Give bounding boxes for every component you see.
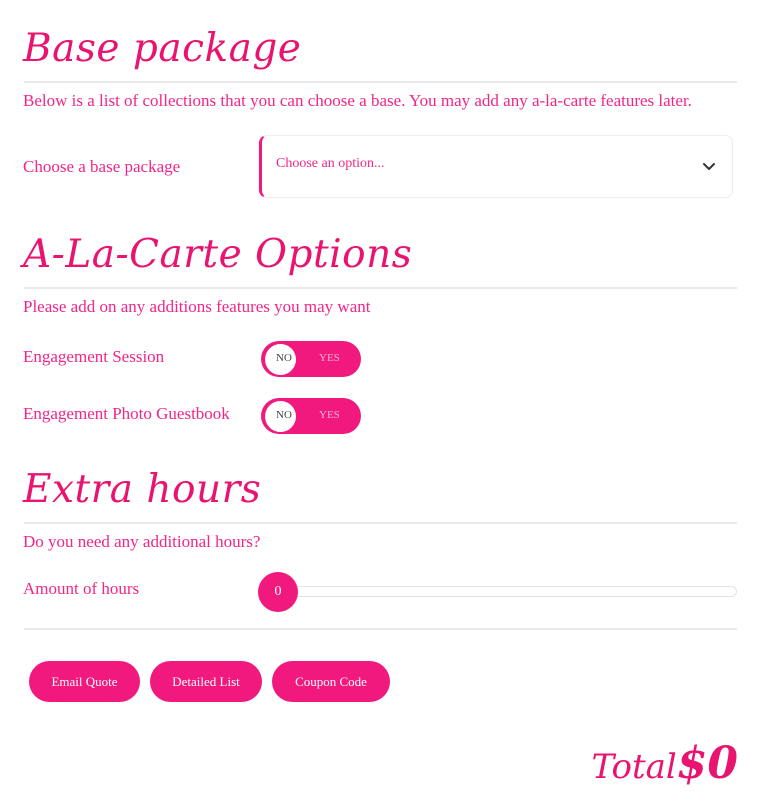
- total-display: Total$0: [591, 738, 738, 789]
- base-package-label: Choose a base package: [23, 157, 181, 176]
- select-placeholder: Choose an option...: [276, 156, 385, 171]
- base-package-heading: Base package: [23, 26, 302, 71]
- base-package-select[interactable]: Choose an option...: [259, 135, 733, 198]
- option-label-engagement-session: Engagement Session: [23, 347, 165, 366]
- extra-hours-heading: Extra hours: [23, 467, 262, 512]
- coupon-code-button[interactable]: Coupon Code: [272, 661, 390, 702]
- option-label-engagement-photo-guestbook: Engagement Photo Guestbook: [23, 404, 230, 423]
- hours-slider-thumb[interactable]: 0: [258, 572, 298, 612]
- engagement-photo-guestbook-toggle[interactable]: NO YES: [261, 398, 361, 434]
- chevron-down-icon: [703, 163, 715, 170]
- toggle-no-label: NO: [276, 352, 292, 364]
- divider: [24, 287, 737, 289]
- engagement-session-toggle[interactable]: NO YES: [261, 341, 361, 377]
- alacarte-heading: A-La-Carte Options: [23, 232, 413, 277]
- toggle-yes-label: YES: [319, 409, 340, 421]
- detailed-list-button[interactable]: Detailed List: [150, 661, 262, 702]
- toggle-no-label: NO: [276, 409, 292, 421]
- toggle-yes-label: YES: [319, 352, 340, 364]
- hours-slider-track[interactable]: [258, 586, 737, 597]
- extra-hours-description: Do you need any additional hours?: [23, 532, 261, 551]
- divider: [24, 628, 737, 630]
- total-label: Total: [591, 747, 677, 787]
- alacarte-description: Please add on any additions features you…: [23, 297, 371, 316]
- amount-of-hours-label: Amount of hours: [23, 579, 140, 598]
- base-package-description: Below is a list of collections that you …: [23, 91, 692, 110]
- total-value: $0: [676, 738, 738, 789]
- email-quote-button[interactable]: Email Quote: [29, 661, 140, 702]
- divider: [24, 522, 737, 524]
- divider: [24, 81, 737, 83]
